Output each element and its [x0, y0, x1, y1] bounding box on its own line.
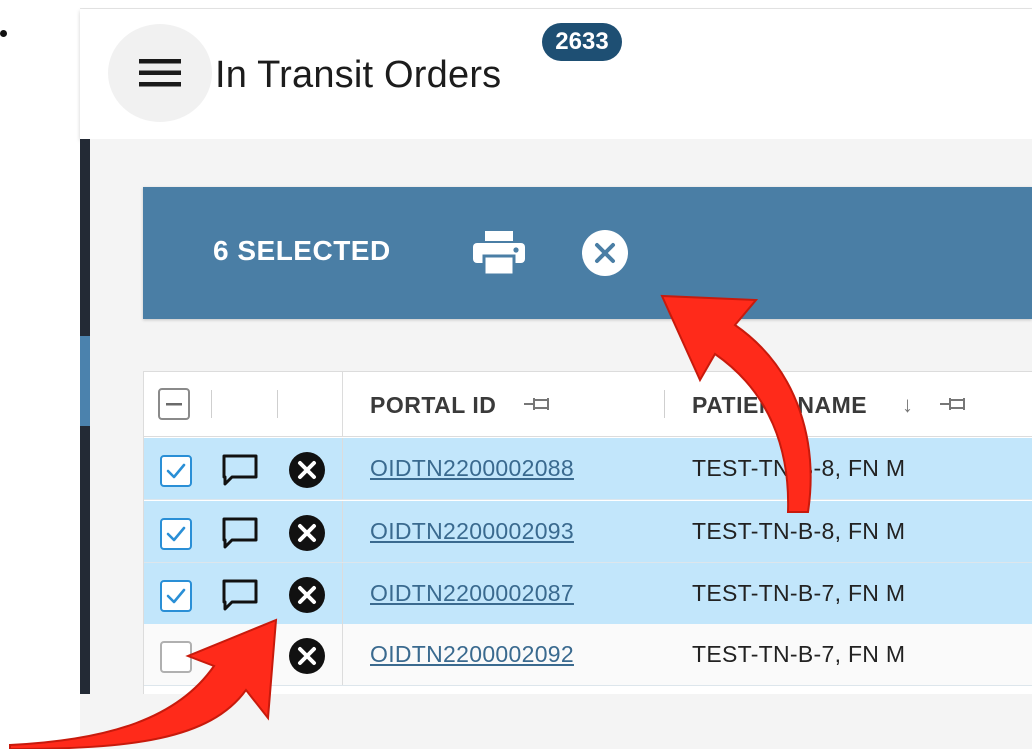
header-divider [277, 390, 278, 418]
table-row[interactable]: OIDTN2200002087 TEST-TN-B-7, FN M [144, 563, 1032, 625]
row-checkbox[interactable] [160, 580, 192, 612]
sort-down-arrow-icon[interactable]: ↓ [902, 392, 913, 418]
hamburger-menu-icon [139, 59, 181, 87]
menu-button[interactable] [108, 24, 212, 122]
row-checkbox[interactable] [160, 455, 192, 487]
comment-icon[interactable] [221, 453, 259, 487]
order-count-badge: 2633 [542, 23, 622, 61]
clear-selection-button[interactable] [581, 229, 629, 277]
table-row[interactable]: OIDTN2200002088 TEST-TN-B-8, FN M [144, 438, 1032, 500]
page-title: In Transit Orders [215, 54, 502, 96]
header-divider [664, 390, 665, 418]
patient-name: TEST-TN-B-7, FN M [692, 580, 906, 606]
comment-icon[interactable] [221, 516, 259, 550]
indeterminate-icon [166, 403, 182, 406]
select-all-checkbox[interactable] [158, 388, 190, 420]
row-checkbox[interactable] [160, 518, 192, 550]
slide-bullet [0, 30, 7, 37]
cancel-circle-icon[interactable] [288, 637, 326, 675]
print-button[interactable] [473, 231, 525, 277]
checkmark-icon [166, 526, 186, 542]
column-divider [342, 624, 343, 685]
checkmark-icon [166, 588, 186, 604]
cancel-circle-icon[interactable] [288, 514, 326, 552]
patient-name: TEST-TN-B-8, FN M [692, 518, 906, 544]
column-divider [342, 563, 343, 624]
pin-icon[interactable] [938, 394, 972, 414]
orders-table: PORTAL ID PATIENT NAME ↓ OIDTN2200002088… [143, 371, 1032, 694]
cancel-circle-icon[interactable] [288, 576, 326, 614]
column-divider [342, 501, 343, 562]
table-header-row: PORTAL ID PATIENT NAME ↓ [144, 372, 1032, 437]
comment-icon[interactable] [221, 578, 259, 612]
selection-toolbar: 6 SELECTED [143, 187, 1032, 319]
table-row[interactable]: OIDTN2200002093 TEST-TN-B-8, FN M [144, 501, 1032, 563]
patient-name: TEST-TN-B-7, FN M [692, 641, 906, 667]
printer-icon [473, 231, 525, 277]
screenshot-stage: In Transit Orders 2633 6 SELECTED PORTAL… [0, 0, 1032, 749]
table-row[interactable]: OIDTN2200002092 TEST-TN-B-7, FN M [144, 624, 1032, 686]
column-divider [342, 372, 343, 436]
row-checkbox[interactable] [160, 641, 192, 673]
checkmark-icon [166, 463, 186, 479]
pin-icon[interactable] [522, 394, 556, 414]
column-header-portal-id[interactable]: PORTAL ID [370, 392, 496, 419]
portal-id-link[interactable]: OIDTN2200002093 [370, 518, 574, 545]
portal-id-link[interactable]: OIDTN2200002088 [370, 455, 574, 482]
page-header: In Transit Orders 2633 [80, 9, 1032, 139]
column-divider [342, 438, 343, 499]
portal-id-link[interactable]: OIDTN2200002087 [370, 580, 574, 607]
selected-count: 6 SELECTED [213, 235, 391, 266]
header-divider [211, 390, 212, 418]
column-header-patient-name[interactable]: PATIENT NAME [692, 392, 867, 419]
side-nav-active-indicator [80, 336, 90, 426]
portal-id-link[interactable]: OIDTN2200002092 [370, 641, 574, 668]
patient-name: TEST-TN-B-8, FN M [692, 455, 906, 481]
close-circle-icon [582, 230, 628, 276]
cancel-circle-icon[interactable] [288, 451, 326, 489]
